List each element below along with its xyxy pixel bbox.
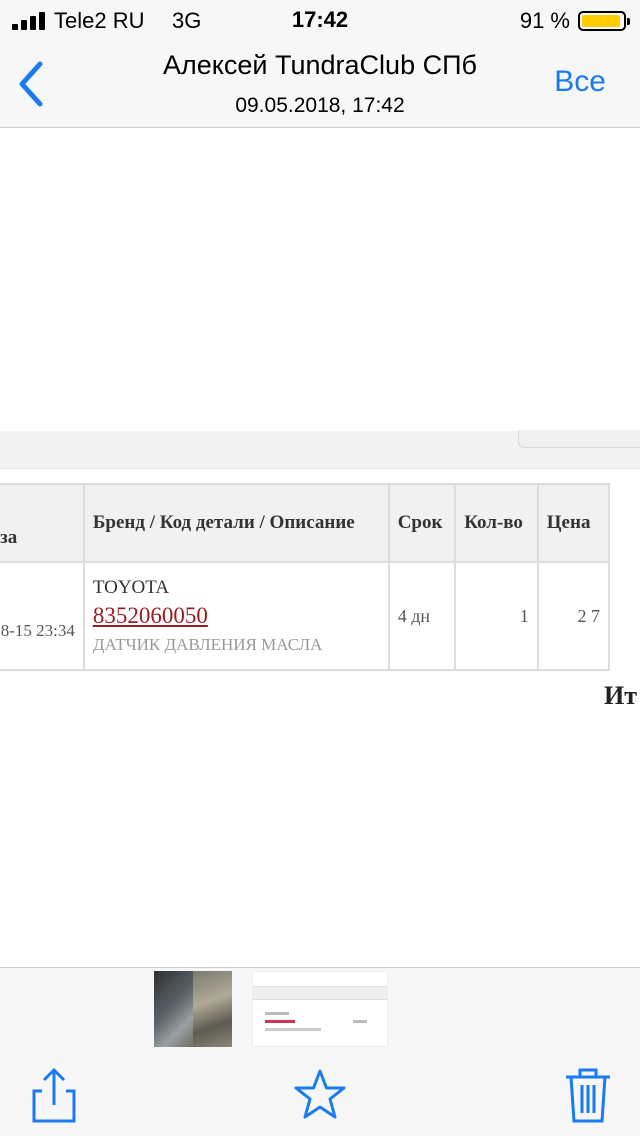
column-header-brand: Бренд / Код детали / Описание	[82, 483, 390, 563]
mini-code-line	[265, 1020, 295, 1023]
column-header-quantity: Кол-во	[454, 483, 539, 563]
table-header-row: а каза Бренд / Код детали / Описание Сро…	[0, 483, 611, 563]
favorite-button[interactable]	[290, 1065, 350, 1125]
part-code-link[interactable]: 8352060050	[93, 603, 380, 629]
bottom-toolbar	[0, 1055, 640, 1136]
total-label: Ит	[604, 681, 637, 710]
mini-desc-line	[265, 1028, 321, 1031]
battery-percent: 91 %	[519, 8, 570, 33]
photo-content: а каза Бренд / Код детали / Описание Сро…	[0, 129, 640, 967]
mini-table-header	[253, 986, 387, 1000]
photo-thumbnail[interactable]	[154, 971, 232, 1047]
price-cell: 2 7	[536, 561, 611, 671]
status-bar: Tele2 RU 3G 17:42 91 %	[0, 0, 640, 40]
share-button[interactable]	[24, 1065, 84, 1125]
star-icon	[294, 1069, 346, 1119]
sender-title: Алексей TundraClub СПб	[163, 50, 477, 80]
mini-brand-line	[265, 1012, 289, 1015]
trash-icon	[566, 1068, 610, 1123]
quantity-cell: 1	[454, 561, 539, 671]
delete-button[interactable]	[558, 1065, 618, 1125]
header-box	[518, 430, 640, 448]
order-link[interactable]: 0	[0, 591, 75, 614]
thumbnail-half	[193, 971, 232, 1047]
brand-cell: TOYOTA 8352060050 ДАТЧИК ДАВЛЕНИЯ МАСЛА	[82, 561, 390, 671]
photo-thumbnail-selected[interactable]	[252, 971, 388, 1047]
order-table: а каза Бренд / Код детали / Описание Сро…	[0, 483, 611, 671]
column-header-term: Срок	[387, 483, 457, 563]
all-photos-button[interactable]: Все	[554, 65, 606, 99]
battery-icon	[578, 11, 630, 31]
order-cell: 0 8-15 23:34	[0, 561, 85, 671]
share-icon	[32, 1067, 76, 1123]
thumbnail-strip	[0, 967, 640, 1055]
order-date: 8-15 23:34	[0, 621, 75, 640]
table-row: 0 8-15 23:34 TOYOTA 8352060050 ДАТЧИК ДА…	[0, 561, 611, 671]
mini-term-line	[353, 1020, 367, 1023]
message-date: 09.05.2018, 17:42	[235, 94, 405, 117]
part-description: ДАТЧИК ДАВЛЕНИЯ МАСЛА	[92, 635, 323, 654]
term-cell: 4 дн	[387, 561, 457, 671]
column-header-order: а каза	[0, 483, 85, 563]
nav-bar: Алексей TundraClub СПб 09.05.2018, 17:42…	[0, 40, 640, 128]
brand-name: TOYOTA	[92, 577, 170, 598]
column-header-price: Цена	[536, 483, 611, 563]
